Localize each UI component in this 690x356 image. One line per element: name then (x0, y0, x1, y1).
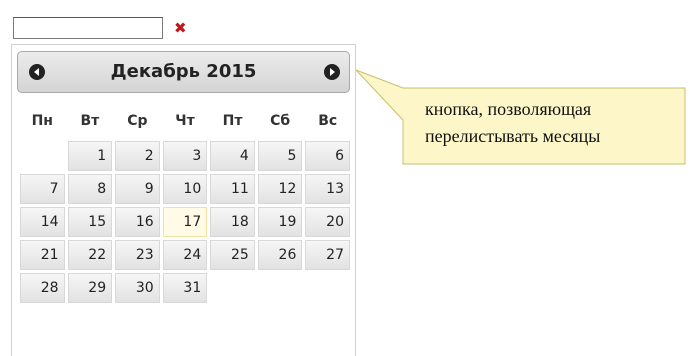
page: ✖ Декабрь 2015 Пн Вт Ср Чт Пт Сб Вс 1 2 … (0, 0, 690, 356)
callout-line: кнопка, позволяющая (425, 99, 592, 119)
callout-line: перелистывать месяцы (425, 126, 601, 146)
callout-note: кнопка, позволяющая перелистывать месяцы (403, 88, 685, 164)
callout-shape (355, 69, 686, 165)
